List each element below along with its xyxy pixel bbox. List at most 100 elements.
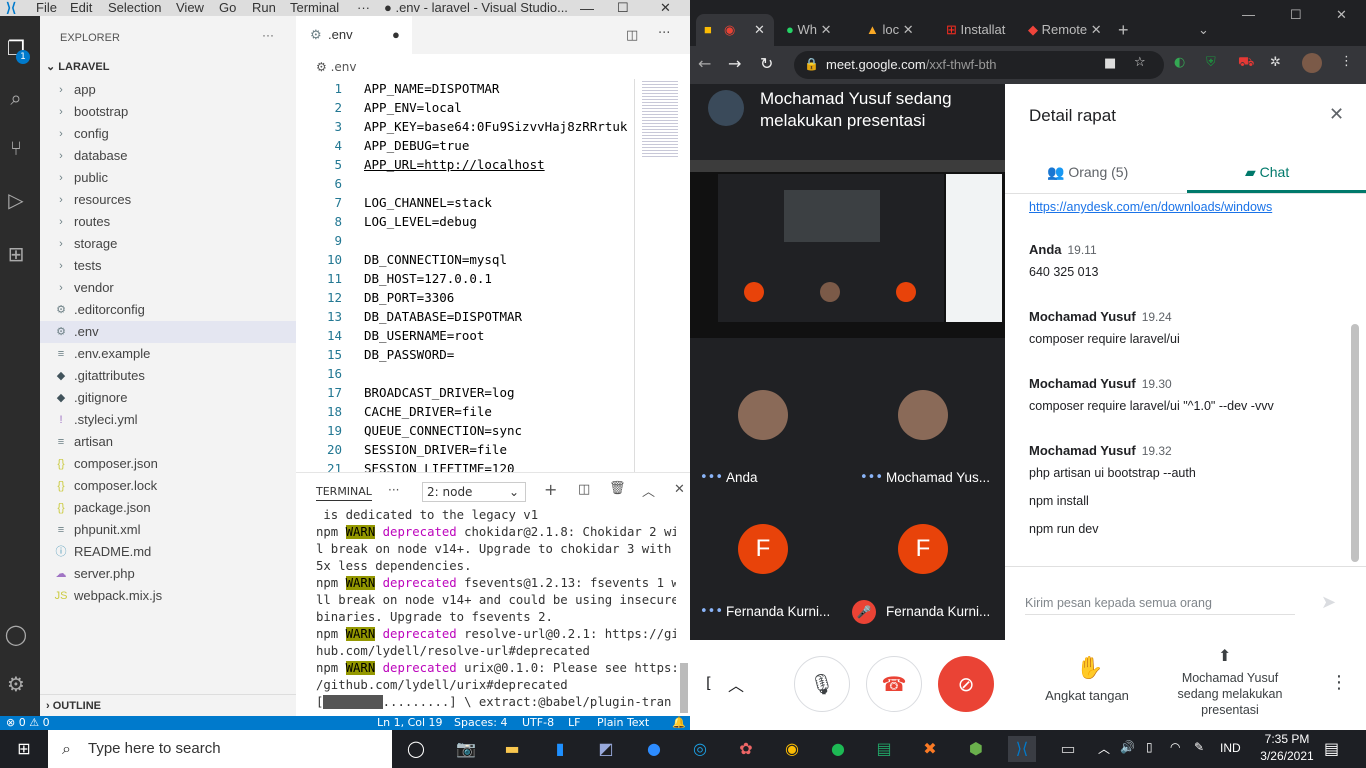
maximize-icon[interactable]: ☐ <box>617 0 629 16</box>
notification-icon[interactable]: ▤ <box>1324 739 1339 758</box>
code-line[interactable]: 2 APP_ENV=local <box>296 98 634 117</box>
tree-item[interactable]: ≡ .env.example <box>40 343 296 365</box>
close-panel-icon[interactable]: ✕ <box>674 482 685 497</box>
close-icon[interactable]: ✕ <box>1336 0 1356 30</box>
tree-item[interactable]: {} composer.json <box>40 453 296 475</box>
menu-edit[interactable]: Edit <box>70 0 92 16</box>
cart-icon[interactable]: ⛟ <box>1238 55 1254 72</box>
gear-icon[interactable]: ⚙ <box>4 672 28 696</box>
encoding[interactable]: UTF-8 <box>522 716 554 730</box>
code-line[interactable]: 11 DB_HOST=127.0.0.1 <box>296 269 634 288</box>
code-editor[interactable]: 1 APP_NAME=DISPOTMAR 2 APP_ENV=local 3 APP_KE… <box>296 79 634 472</box>
language-mode[interactable]: Plain Text <box>597 716 649 730</box>
code-line[interactable]: 6 <box>296 174 634 193</box>
spotify-icon[interactable]: ● <box>824 736 852 762</box>
search-icon[interactable]: ⌕ <box>4 86 28 110</box>
extensions-icon[interactable]: ⊞ <box>4 242 28 266</box>
paint-icon[interactable]: ✿ <box>732 736 760 762</box>
menu-more[interactable]: ··· <box>357 0 370 16</box>
code-line[interactable]: 14 DB_USERNAME=root <box>296 326 634 345</box>
chevron-up-icon[interactable]: ︿ <box>728 672 744 696</box>
tree-item[interactable]: › resources <box>40 189 296 211</box>
participant-tile[interactable]: ••• Anda <box>690 374 840 502</box>
back-icon[interactable]: ← <box>698 54 711 73</box>
tree-item[interactable]: › public <box>40 167 296 189</box>
close-icon[interactable]: ✕ <box>660 0 671 16</box>
explorer-more-button[interactable]: ··· <box>262 28 274 42</box>
terminal-output[interactable]: is dedicated to the legacy v1 npm WARN de… <box>296 507 676 717</box>
excel-icon[interactable]: ▤ <box>870 736 898 762</box>
menu-go[interactable]: Go <box>219 0 236 16</box>
problems-indicator[interactable]: ⊗ 0 ⚠ 0 <box>6 716 50 730</box>
tree-item[interactable]: › vendor <box>40 277 296 299</box>
tree-item[interactable]: › bootstrap <box>40 101 296 123</box>
participant-tile[interactable]: F 🎤 Fernanda Kurni... <box>850 508 1000 636</box>
add-terminal-icon[interactable]: + <box>544 480 557 499</box>
phone-app-icon[interactable]: ▮ <box>546 736 574 762</box>
node-icon[interactable]: ⬢ <box>962 736 990 762</box>
folder-header[interactable]: ⌄ LARAVEL <box>46 60 109 73</box>
participant-tile[interactable]: F ••• Fernanda Kurni... <box>690 508 840 636</box>
minimap[interactable] <box>642 79 678 159</box>
code-line[interactable]: 7 LOG_CHANNEL=stack <box>296 193 634 212</box>
code-line[interactable]: 21 SESSION_LIFETIME=120 <box>296 459 634 472</box>
tree-item[interactable]: › database <box>40 145 296 167</box>
snip-icon[interactable]: ◩ <box>592 736 620 762</box>
tree-item[interactable]: JS webpack.mix.js <box>40 585 296 607</box>
camera-app-icon[interactable]: 📷 <box>452 736 480 762</box>
tab-install[interactable]: ⊞ Installat <box>946 14 1022 46</box>
windows-start-icon[interactable]: ⊞ <box>10 736 38 762</box>
split-terminal-icon[interactable]: ◫ <box>578 482 590 497</box>
forward-icon[interactable]: → <box>728 54 741 73</box>
tab-close-icon[interactable]: ✕ <box>754 14 765 46</box>
participant-tile[interactable]: ••• Mochamad Yus... <box>850 374 1000 502</box>
puzzle-icon[interactable]: ✲ <box>1270 55 1281 70</box>
tree-item[interactable]: {} package.json <box>40 497 296 519</box>
code-line[interactable]: 17 BROADCAST_DRIVER=log <box>296 383 634 402</box>
editor-more-icon[interactable]: ··· <box>658 26 670 41</box>
camera-off-button[interactable]: ⊘ <box>938 656 994 712</box>
file-explorer-icon[interactable]: ▬ <box>498 736 526 762</box>
code-line[interactable]: 4 APP_DEBUG=true <box>296 136 634 155</box>
tree-item[interactable]: ⓘ README.md <box>40 541 296 563</box>
terminal-scrollbar[interactable] <box>680 663 688 713</box>
terminal-taskbar-icon[interactable]: ▭ <box>1054 736 1082 762</box>
maximize-icon[interactable]: ☐ <box>1290 0 1310 30</box>
tab-people[interactable]: 👥 Orang (5) <box>1047 164 1128 181</box>
breadcrumb[interactable]: ⚙ .env <box>316 60 356 74</box>
tab-search-icon[interactable]: ⌄ <box>1198 14 1218 46</box>
battery-icon[interactable]: ▯ <box>1146 740 1153 754</box>
code-line[interactable]: 15 DB_PASSWORD= <box>296 345 634 364</box>
code-line[interactable]: 20 SESSION_DRIVER=file <box>296 440 634 459</box>
tray-chevron-icon[interactable]: ︿ <box>1098 740 1110 757</box>
trash-icon[interactable]: 🗑 <box>609 481 626 496</box>
code-line[interactable]: 5 APP_URL=http://localhost <box>296 155 634 174</box>
new-tab-button[interactable]: + <box>1118 14 1138 46</box>
edge-icon[interactable]: ◎ <box>686 736 714 762</box>
code-line[interactable]: 9 <box>296 231 634 250</box>
code-line[interactable]: 10 DB_CONNECTION=mysql <box>296 250 634 269</box>
tab-close-icon[interactable]: ✕ <box>903 22 914 37</box>
tree-item[interactable]: › routes <box>40 211 296 233</box>
hangup-button[interactable]: ☎ <box>866 656 922 712</box>
tab-localhost[interactable]: ▲ loc ✕ <box>866 14 936 46</box>
tree-item[interactable]: ⚙ .env <box>40 321 296 343</box>
menu-file[interactable]: File <box>36 0 57 16</box>
extension-icon[interactable]: ◐ <box>1174 55 1185 70</box>
tree-item[interactable]: ◆ .gitignore <box>40 387 296 409</box>
clock-date[interactable]: 3/26/2021 <box>1254 749 1320 763</box>
menu-run[interactable]: Run <box>252 0 276 16</box>
xampp-taskbar-icon[interactable]: ✖ <box>916 736 944 762</box>
indentation[interactable]: Spaces: 4 <box>454 716 507 730</box>
tree-item[interactable]: › config <box>40 123 296 145</box>
code-line[interactable]: 12 DB_PORT=3306 <box>296 288 634 307</box>
taskbar-search-box[interactable]: ⌕ Type here to search <box>48 730 392 768</box>
code-line[interactable]: 3 APP_KEY=base64:0Fu9SizvvHaj8zRRrtuk <box>296 117 634 136</box>
mic-button[interactable]: 🎙 <box>794 656 850 712</box>
tree-item[interactable]: › storage <box>40 233 296 255</box>
shield-icon[interactable]: ⛨ <box>1206 55 1216 70</box>
tab-whatsapp[interactable]: ● Wh ✕ <box>786 14 856 46</box>
raise-hand-label[interactable]: Angkat tangan <box>1030 688 1144 703</box>
address-bar[interactable]: 🔒 meet.google.com/xxf-thwf-bth ■ ☆ <box>794 51 1164 79</box>
minimize-icon[interactable]: — <box>580 0 594 16</box>
